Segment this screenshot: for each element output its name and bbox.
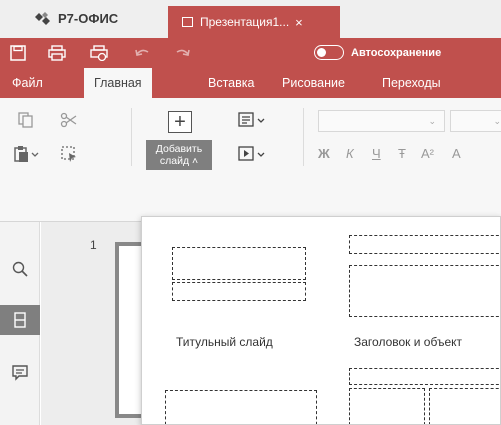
italic-button[interactable]: К bbox=[346, 146, 354, 161]
font-size-select[interactable]: ⌄ bbox=[450, 110, 501, 132]
copy-icon[interactable] bbox=[15, 110, 37, 130]
comments-icon[interactable] bbox=[9, 361, 31, 383]
slides-icon[interactable] bbox=[0, 305, 40, 335]
document-icon bbox=[182, 17, 193, 27]
tab-draw[interactable]: Рисование bbox=[272, 68, 355, 98]
layout-dropdown: Титульный слайд Заголовок и объект bbox=[141, 216, 501, 425]
tab-insert[interactable]: Вставка bbox=[198, 68, 264, 98]
bold-button[interactable]: Ж bbox=[318, 146, 330, 161]
logo-icon bbox=[35, 11, 50, 25]
title-placeholder bbox=[349, 368, 500, 385]
tab-transitions[interactable]: Переходы bbox=[372, 68, 451, 98]
paste-icon[interactable] bbox=[11, 144, 41, 164]
layout-caption: Титульный слайд bbox=[176, 335, 273, 349]
layout-icon[interactable] bbox=[236, 110, 268, 130]
quick-access-bar: Автосохранение bbox=[0, 38, 501, 68]
layout-caption: Заголовок и объект bbox=[354, 335, 462, 349]
toolbar: + Добавить слайд ˄ ⌄ ⌄ Ж К Ч Ŧ A² A bbox=[0, 98, 501, 222]
add-slide-button[interactable]: + Добавить слайд ˄ bbox=[146, 111, 212, 185]
section-placeholder bbox=[165, 390, 317, 424]
font-name-select[interactable]: ⌄ bbox=[318, 110, 445, 132]
menu-bar: Файл Главная Вставка Рисование Переходы bbox=[0, 68, 501, 99]
document-tab[interactable]: Презентация1... × bbox=[168, 6, 340, 38]
quick-print-icon[interactable] bbox=[90, 45, 108, 62]
undo-icon[interactable] bbox=[133, 45, 151, 61]
plus-icon: + bbox=[168, 111, 192, 133]
autosave-label: Автосохранение bbox=[351, 46, 442, 59]
toolbar-divider bbox=[303, 108, 304, 166]
left-sidebar bbox=[0, 222, 40, 425]
title-bar: Р7-ОФИС Презентация1... × bbox=[0, 0, 501, 38]
toggle-switch[interactable] bbox=[314, 45, 344, 60]
toolbar-divider bbox=[131, 108, 132, 166]
cut-icon[interactable] bbox=[58, 110, 80, 130]
add-slide-label: Добавить слайд ˄ bbox=[146, 140, 212, 170]
tab-home[interactable]: Главная bbox=[84, 68, 152, 99]
title-placeholder bbox=[349, 235, 500, 254]
right-content-placeholder bbox=[429, 388, 500, 424]
content-placeholder bbox=[349, 265, 500, 317]
layout-title-content[interactable] bbox=[349, 235, 500, 321]
layout-two-content[interactable] bbox=[349, 366, 500, 424]
save-icon[interactable] bbox=[9, 45, 27, 61]
slide-thumbnails: 1 bbox=[41, 222, 175, 425]
app-name: Р7-ОФИС bbox=[58, 11, 119, 26]
title-placeholder bbox=[172, 247, 306, 280]
print-icon[interactable] bbox=[48, 45, 66, 61]
strikethrough-button[interactable]: Ŧ bbox=[398, 146, 406, 161]
subscript-button[interactable]: A bbox=[452, 146, 461, 161]
select-all-icon[interactable] bbox=[58, 144, 80, 164]
document-title: Презентация1... bbox=[200, 15, 290, 29]
layout-title-slide[interactable] bbox=[172, 245, 306, 305]
search-icon[interactable] bbox=[9, 258, 31, 280]
layout-section-header[interactable] bbox=[165, 390, 317, 424]
slide-number: 1 bbox=[90, 238, 97, 252]
slideshow-icon[interactable] bbox=[236, 144, 268, 164]
superscript-button[interactable]: A² bbox=[421, 146, 434, 161]
redo-icon[interactable] bbox=[174, 45, 192, 61]
app-logo: Р7-ОФИС bbox=[34, 11, 118, 26]
autosave-toggle[interactable]: Автосохранение bbox=[314, 45, 441, 60]
left-content-placeholder bbox=[349, 388, 425, 424]
tab-file[interactable]: Файл bbox=[2, 68, 53, 98]
subtitle-placeholder bbox=[172, 282, 306, 301]
underline-button[interactable]: Ч bbox=[372, 146, 381, 161]
close-tab-button[interactable]: × bbox=[295, 15, 303, 30]
